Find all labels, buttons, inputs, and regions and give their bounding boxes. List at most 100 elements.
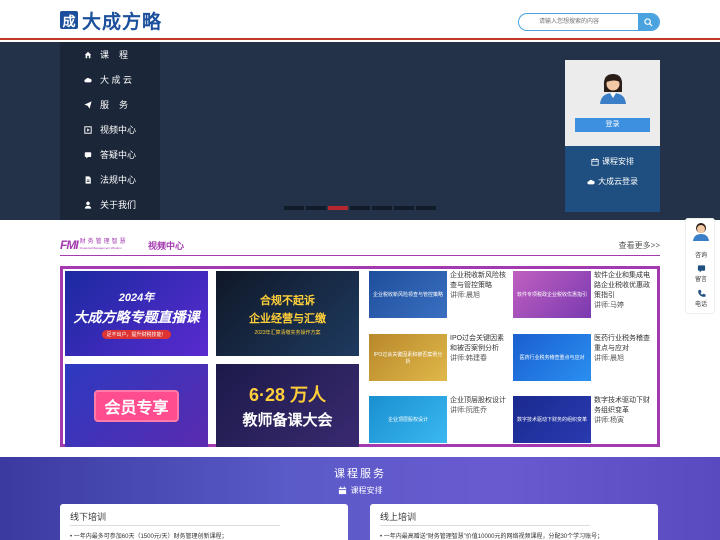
side-message-label: 留言 xyxy=(694,277,707,283)
course-thumbnail: 企业顶层股权设计 xyxy=(369,396,447,443)
side-consult[interactable]: 咨询 xyxy=(686,250,716,259)
course-title: 数字技术驱动下财务组织变革 xyxy=(594,397,650,414)
course-card[interactable]: 数字技术驱动下财务的组织变革 数字技术驱动下财务组织变革 讲师:杨寅 xyxy=(511,394,656,444)
logo[interactable]: 成 大成方略 xyxy=(60,9,163,33)
course-title: 企业顶层股权设计 xyxy=(450,397,506,404)
floating-contact-bar: 咨询 留言 电话 xyxy=(685,218,715,314)
course-card[interactable]: 企业税收新风险领查与管控策略 企业税收新风险核查与管控策略 讲师:晨旭 xyxy=(367,269,512,319)
course-teacher: 讲师:晨旭 xyxy=(450,292,480,299)
user-icon xyxy=(84,201,92,209)
course-card[interactable]: 软件专项税政企业税收优惠指引 软件企业和集成电路企业税收优惠政策指引 讲师:马婷 xyxy=(511,269,656,319)
cloud-login-label: 大成云登录 xyxy=(598,177,638,186)
course-thumbnail: 医药行业税务稽查重点与应对 xyxy=(513,334,591,381)
nav-label: 大 成 云 xyxy=(100,75,133,85)
course-card[interactable]: 企业顶层股权设计 企业顶层股权设计 讲师:阮胜乔 xyxy=(367,394,512,444)
nav-item-service[interactable]: 服 务 xyxy=(60,92,160,117)
online-training-card[interactable]: 线上培训 • 一年内最高赠送“财务管理智慧”价值10000元的网络视频课程，分配… xyxy=(370,504,658,540)
course-thumbnail: 数字技术驱动下财务的组织变革 xyxy=(513,396,591,443)
side-message[interactable]: 留言 xyxy=(686,264,716,283)
search-input[interactable] xyxy=(519,14,639,30)
logo-text: 大成方略 xyxy=(82,11,163,33)
carousel-dot[interactable] xyxy=(394,206,414,210)
course-teacher: 讲师:晨旭 xyxy=(594,355,624,362)
fmi-mark: FMI xyxy=(60,238,79,252)
login-button[interactable]: 登录 xyxy=(575,118,650,132)
message-icon xyxy=(697,265,705,273)
login-card-links: 课程安排 大成云登录 xyxy=(565,146,660,212)
video-center-header: FMI 财务管理智慧 Financial Management Wisdom 视… xyxy=(60,238,660,256)
nav-label: 法规中心 xyxy=(100,175,137,185)
cloud-login-link[interactable]: 大成云登录 xyxy=(565,176,660,187)
side-nav: 课 程 大 成 云 服 务 视频中心 答疑中心 法规中心 关于我们 xyxy=(60,42,160,220)
carousel-dot[interactable] xyxy=(306,206,326,210)
nav-label: 视频中心 xyxy=(100,125,137,135)
tile-sub: 2023年汇算清缴实务操作方案 xyxy=(254,329,321,336)
nav-item-video[interactable]: 视频中心 xyxy=(60,117,160,142)
card-title: 线上培训 xyxy=(380,512,417,522)
nav-item-cloud[interactable]: 大 成 云 xyxy=(60,67,160,92)
login-card: 登录 课程安排 大成云登录 xyxy=(565,60,660,212)
tile-heading: 2024年 xyxy=(118,291,155,304)
services-schedule-link[interactable]: 课程安排 xyxy=(0,485,720,496)
tile-heading: 合规不起诉 xyxy=(260,294,315,307)
tile-sub: 足不出户，提升财税技能！ xyxy=(102,329,171,339)
qa-icon xyxy=(84,151,92,159)
teacher-conference-banner[interactable]: 6·28 万人 教师备课大会 xyxy=(216,364,359,447)
side-phone-label: 电话 xyxy=(694,302,707,308)
offline-training-card[interactable]: 线下培训 • 一年内最多可参加60天（1500元/天）财务管理创新课程； xyxy=(60,504,348,540)
search-button[interactable] xyxy=(638,14,659,30)
nav-item-about[interactable]: 关于我们 xyxy=(60,192,160,217)
card-divider xyxy=(380,525,590,526)
cloud-icon xyxy=(84,77,92,82)
tile-main: 大成方略专题直播课 xyxy=(73,308,200,325)
see-more-link[interactable]: 查看更多>> xyxy=(619,240,660,251)
phone-icon xyxy=(697,289,706,297)
video-grid: 2024年 大成方略专题直播课 足不出户，提升财税技能！ 合规不起诉 企业经营与… xyxy=(60,266,660,447)
tile-main: 企业经营与汇缴 xyxy=(249,312,326,325)
carousel-dot[interactable] xyxy=(372,206,392,210)
course-title: IPO过会关键因素和被否案例分析 xyxy=(450,335,505,352)
live-course-banner[interactable]: 2024年 大成方略专题直播课 足不出户，提升财税技能！ xyxy=(65,271,208,356)
side-phone[interactable]: 电话 xyxy=(686,289,716,308)
avatar-icon xyxy=(600,74,626,104)
course-teacher: 讲师:马婷 xyxy=(594,302,624,309)
tile-heading: 6·28 万人 xyxy=(248,385,327,405)
tile-main: 教师备课大会 xyxy=(242,412,333,429)
search-box xyxy=(518,13,660,31)
carousel-dot[interactable] xyxy=(350,206,370,210)
member-banner[interactable]: 会员专享 xyxy=(65,364,208,447)
course-title: 企业税收新风险核查与管控策略 xyxy=(450,272,506,289)
services-title: 课程服务 xyxy=(334,468,386,480)
carousel-dot[interactable] xyxy=(284,206,304,210)
cloud-icon xyxy=(587,179,595,184)
calendar-icon xyxy=(338,486,346,495)
tile-heading: 会员专享 xyxy=(94,389,179,422)
carousel-dots xyxy=(284,206,438,210)
card-body: • 一年内最高赠送“财务管理智慧”价值10000元的网络视频课程，分配30个学习… xyxy=(380,534,604,540)
course-teacher: 讲师:韩建春 xyxy=(450,355,487,362)
header: 成 大成方略 xyxy=(0,0,720,40)
fmi-logo: FMI 财务管理智慧 Financial Management Wisdom xyxy=(60,238,128,252)
logo-mark: 成 xyxy=(60,11,78,29)
course-schedule-label: 课程安排 xyxy=(602,157,634,166)
services-schedule-label: 课程安排 xyxy=(350,486,383,495)
carousel-dot[interactable] xyxy=(416,206,436,210)
customer-service-avatar-icon xyxy=(693,223,709,241)
nav-item-law[interactable]: 法规中心 xyxy=(60,167,160,192)
carousel-dot-active[interactable] xyxy=(328,206,348,210)
course-title: 软件企业和集成电路企业税收优惠政策指引 xyxy=(594,272,650,299)
search-icon xyxy=(644,17,653,27)
nav-label: 服 务 xyxy=(100,100,129,110)
course-card[interactable]: 医药行业税务稽查重点与应对 医药行业税务稽查重点与应对 讲师:晨旭 xyxy=(511,332,656,382)
course-schedule-link[interactable]: 课程安排 xyxy=(565,156,660,167)
course-thumbnail: IPO过会关键因素和被否案例分析 xyxy=(369,334,447,381)
document-icon xyxy=(85,175,91,184)
services-section: 课程服务 课程安排 线下培训 • 一年内最多可参加60天（1500元/天）财务管… xyxy=(0,457,720,540)
card-body: • 一年内最多可参加60天（1500元/天）财务管理创新课程； xyxy=(70,534,228,540)
hero-banner: 课 程 大 成 云 服 务 视频中心 答疑中心 法规中心 关于我们 登录 课程安… xyxy=(0,42,720,220)
course-title: 医药行业税务稽查重点与应对 xyxy=(594,335,650,352)
nav-item-course[interactable]: 课 程 xyxy=(60,42,160,67)
course-card[interactable]: IPO过会关键因素和被否案例分析 IPO过会关键因素和被否案例分析 讲师:韩建春 xyxy=(367,332,512,382)
compliance-banner[interactable]: 合规不起诉 企业经营与汇缴 2023年汇算清缴实务操作方案 xyxy=(216,271,359,356)
nav-item-qa[interactable]: 答疑中心 xyxy=(60,142,160,167)
